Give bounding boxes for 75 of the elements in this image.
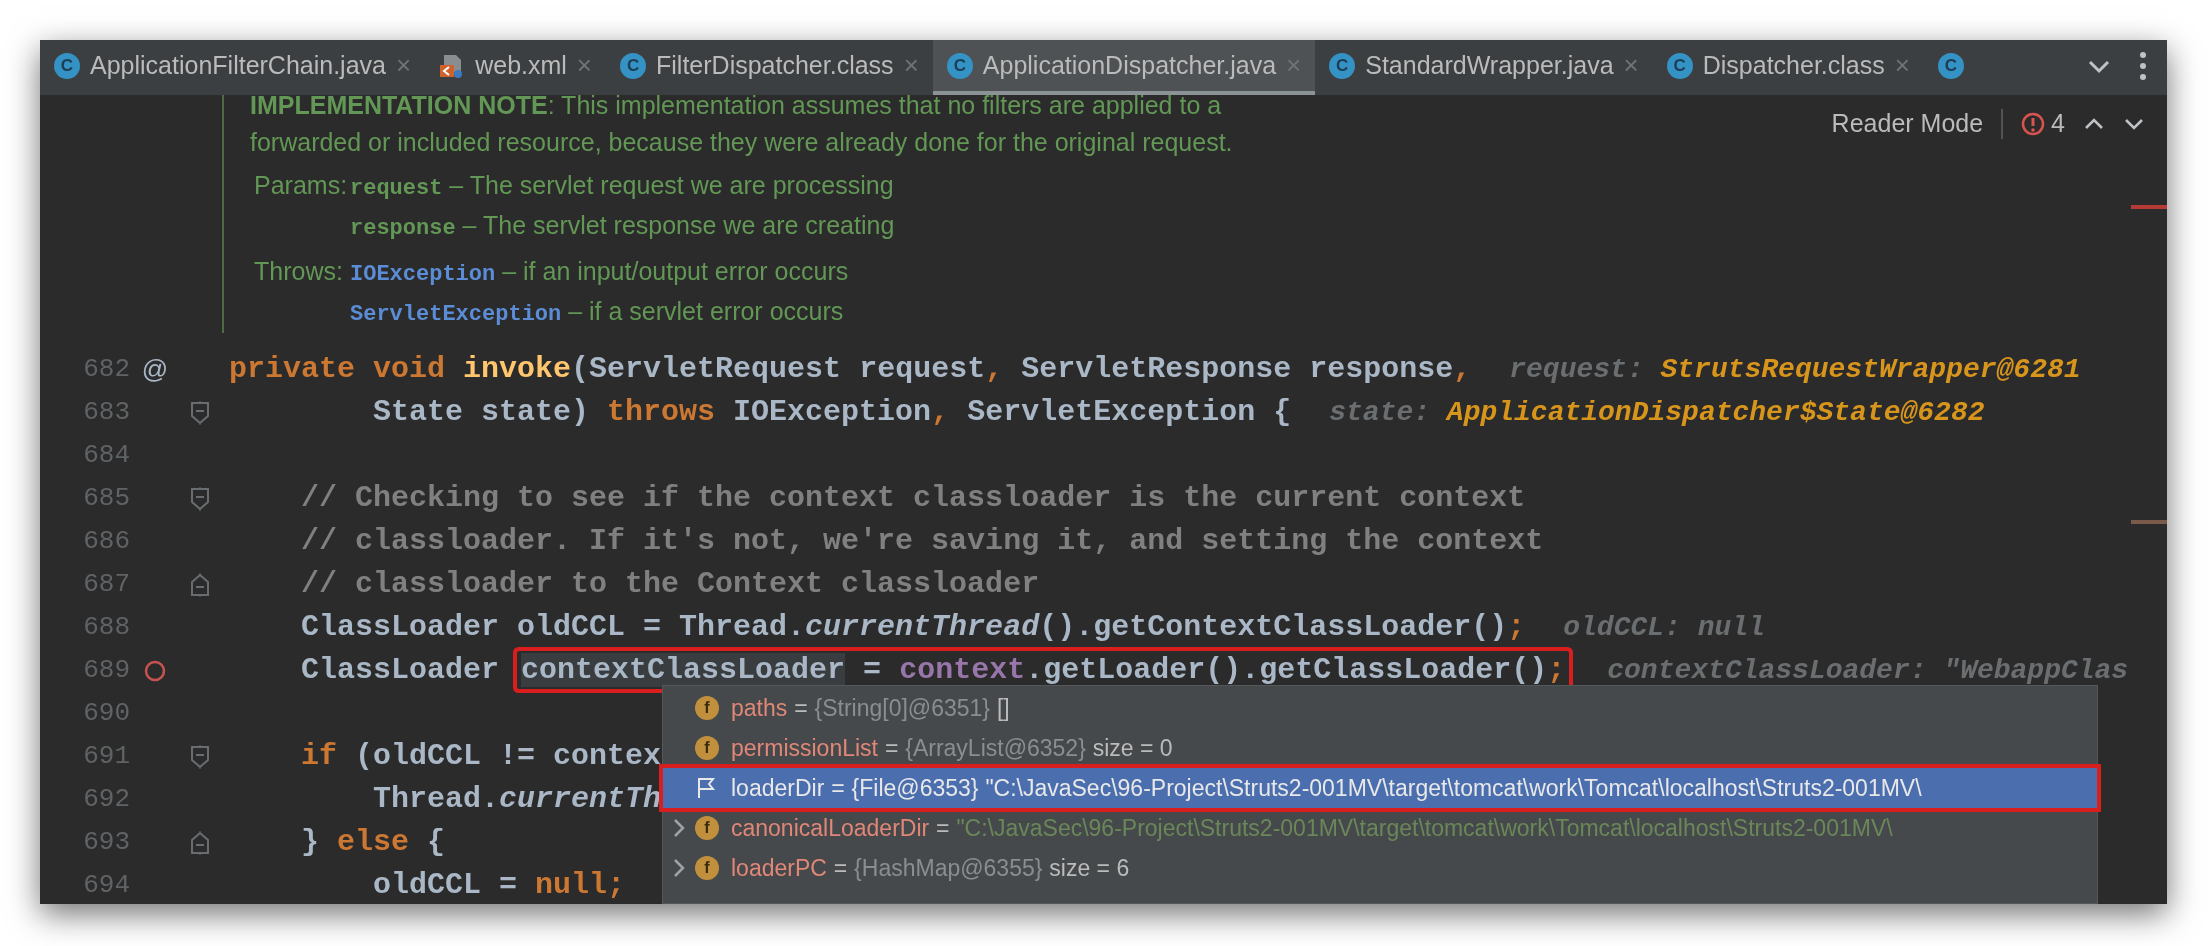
code-line: // classloader. If it's not, we're saving it, and setting the context (300, 523, 1544, 560)
editor-tab[interactable]: C StandardWrapper.java × (1315, 40, 1653, 95)
variable-value-text: canonicalLoaderDir = "C:\JavaSec\96-Project\Struts2-001MV\target\tomcat\work\Tomcat\localhost\Struts2-001MV\ (731, 813, 1893, 843)
fold-marker-icon[interactable] (189, 572, 211, 597)
inline-debug-value: request: StrutsRequestWrapper@6281 (1509, 352, 2081, 387)
param-description: response – The servlet response we are creating (350, 210, 896, 243)
class-file-icon: C (54, 52, 80, 79)
code-line: Thread.currentTh (372, 781, 662, 818)
line-number: 685 (82, 482, 130, 515)
flag-icon (695, 776, 717, 800)
editor-tab[interactable]: C ApplicationFilterChain.java × (40, 40, 426, 95)
variable-value-text: loaderPC = {HashMap@6355} size = 6 (731, 853, 1130, 883)
class-file-icon: C (946, 52, 973, 79)
code-line: // Checking to see if the context classloader is the current context (300, 480, 1526, 517)
exception-description: ServletException – if a servlet error occurs (350, 296, 845, 329)
kebab-menu-icon (2139, 50, 2147, 81)
variable-row[interactable]: f paths = {String[0]@6351} [] (663, 688, 2097, 728)
line-number: 689 (82, 654, 130, 687)
editor-tab[interactable]: web.xml × (425, 40, 607, 95)
doc-text: forwarded or included resource, because they were already done for the original request. (250, 127, 1233, 158)
variable-row[interactable]: f loaderPC = {HashMap@6355} size = 6 (663, 848, 2097, 888)
line-number: 692 (82, 783, 130, 816)
variable-value-text: loaderDir = {File@6353} "C:\JavaSec\96-Project\Struts2-001MV\target\tomcat\work\Tomcat\localhost\Struts2-001MV\ (731, 773, 1922, 803)
line-number: 682 (82, 353, 130, 386)
expand-chevron-icon[interactable] (671, 857, 687, 879)
fold-marker-icon[interactable] (189, 830, 211, 855)
problems-indicator[interactable]: 4 (2021, 105, 2065, 143)
breakpoint-icon[interactable] (143, 658, 167, 683)
variable-value-text: permissionList = {ArrayList@6352} size = 0 (731, 733, 1173, 763)
line-number: 687 (82, 568, 130, 601)
class-file-icon: C (1666, 52, 1693, 79)
gutter-marker[interactable]: @ (141, 350, 169, 389)
expand-chevron-icon[interactable] (671, 817, 687, 839)
class-file-icon: C (1937, 52, 1964, 79)
doc-text: IMPLEMENTATION NOTE: This implementation assumes that no filters are applied to a (250, 95, 1223, 121)
line-number: 693 (82, 826, 130, 859)
reader-mode-button[interactable]: Reader Mode (1831, 105, 1984, 143)
editor-tab[interactable]: C FilterDispatcher.class × (606, 40, 933, 95)
fold-marker-icon[interactable] (189, 400, 211, 425)
variable-value-text: paths = {String[0]@6351} [] (731, 693, 1010, 723)
code-line: } else { (300, 824, 446, 861)
fold-marker-icon[interactable] (189, 744, 211, 769)
class-file-icon: C (620, 52, 647, 79)
param-description: request – The servlet request we are processing (350, 170, 895, 203)
field-icon: f (695, 856, 719, 880)
doc-section-label: Throws: (253, 256, 344, 287)
line-number: 686 (82, 525, 130, 558)
class-file-icon: C (1329, 52, 1356, 79)
code-line: oldCCL = null; (372, 867, 626, 904)
doc-section-label: Params: (253, 170, 349, 201)
error-icon (2021, 111, 2046, 136)
field-icon: f (695, 736, 719, 760)
fold-marker-icon[interactable] (189, 486, 211, 511)
code-line: State state) throws IOException, ServletException { (372, 394, 1292, 431)
line-number: 690 (82, 697, 130, 730)
code-line: ClassLoader oldCCL = Thread.currentThread().getContextClassLoader(); (300, 609, 1526, 646)
code-line: if (oldCCL != contex (300, 738, 662, 775)
line-number: 688 (82, 611, 130, 644)
inline-debug-value: contextClassLoader: "WebappClas (1607, 653, 2129, 688)
editor-tab[interactable]: C Dispatcher.class × (1652, 40, 1924, 95)
line-number: 694 (82, 869, 130, 902)
line-number: 684 (82, 439, 130, 472)
editor-tab[interactable]: C ApplicationDispatcher.java × (932, 40, 1316, 95)
field-icon: f (695, 696, 719, 720)
line-number: 691 (82, 740, 130, 773)
code-line: private void invoke(ServletRequest request, ServletResponse response, (228, 351, 1472, 388)
inline-debug-value: oldCCL: null (1563, 610, 1765, 645)
field-icon: f (695, 816, 719, 840)
inline-debug-value: state: ApplicationDispatcher$State@6282 (1329, 395, 1985, 430)
editor-tab[interactable]: C (1923, 40, 1968, 95)
variable-row[interactable]: f permissionList = {ArrayList@6352} size = 0 (663, 728, 2097, 768)
exception-description: IOException – if an input/output error occurs (350, 256, 850, 289)
variable-row[interactable]: f canonicalLoaderDir = "C:\JavaSec\96-Project\Struts2-001MV\target\tomcat\work\Tomcat\localhost\Struts2-001MV\ (663, 808, 2097, 848)
code-line: // classloader to the Context classloader (300, 566, 1040, 603)
line-number: 683 (82, 396, 130, 429)
